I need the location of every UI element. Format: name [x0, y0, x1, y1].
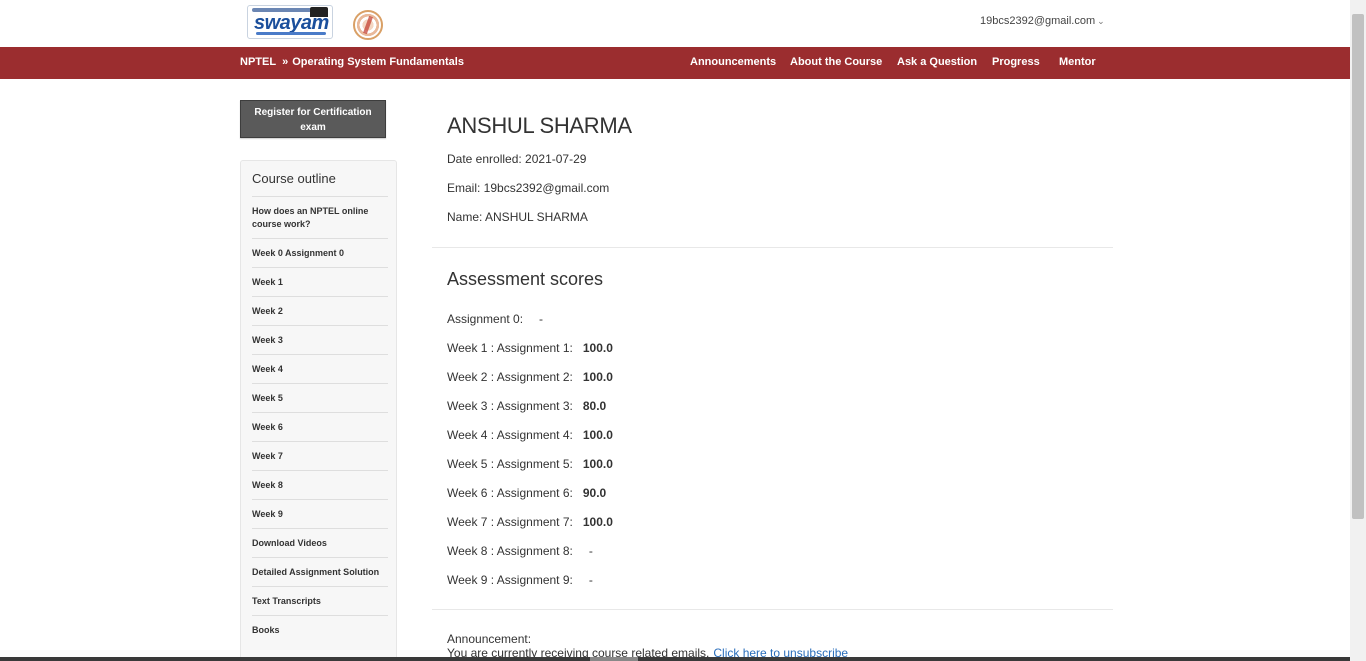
outline-item-week-9[interactable]: Week 9 [252, 499, 388, 528]
divider [432, 247, 1113, 248]
score-row: Week 9 : Assignment 9: - [447, 573, 593, 587]
score-label: Assignment 0: [447, 312, 524, 326]
scrollbar-thumb[interactable] [1352, 14, 1364, 519]
divider [432, 609, 1113, 610]
user-email: 19bcs2392@gmail.com [980, 15, 1096, 27]
outline-item-week-6[interactable]: Week 6 [252, 412, 388, 441]
course-outline-title: Course outline [252, 171, 336, 186]
assessment-scores-title: Assessment scores [447, 269, 604, 289]
outline-item-books[interactable]: Books [252, 615, 388, 644]
score-value: 100.0 [582, 515, 613, 529]
nav-progress[interactable]: Progress [992, 56, 1040, 68]
score-label: Week 1 : Assignment 1: [447, 341, 573, 355]
score-row: Week 1 : Assignment 1: 100.0 [447, 341, 613, 355]
outline-item-detailed-solution[interactable]: Detailed Assignment Solution [252, 557, 388, 586]
score-value: - [588, 573, 593, 587]
top-header: swayam 19bcs2392@gmail.com ⌄ [0, 0, 1350, 47]
score-value: - [588, 544, 593, 558]
score-row: Week 7 : Assignment 7: 100.0 [447, 515, 613, 529]
score-label: Week 8 : Assignment 8: [447, 544, 573, 558]
swayam-logo[interactable]: swayam [247, 5, 333, 39]
outline-item-week-4[interactable]: Week 4 [252, 354, 388, 383]
score-label: Week 5 : Assignment 5: [447, 457, 573, 471]
outline-item-week-5[interactable]: Week 5 [252, 383, 388, 412]
outline-item-week-8[interactable]: Week 8 [252, 470, 388, 499]
outline-item-how-nptel-works[interactable]: How does an NPTEL online course work? [252, 196, 388, 238]
nav-about-the-course[interactable]: About the Course [790, 56, 882, 68]
score-value: 100.0 [582, 457, 613, 471]
outline-item-week-7[interactable]: Week 7 [252, 441, 388, 470]
student-name-heading: ANSHUL SHARMA [447, 113, 632, 138]
score-value: - [539, 312, 544, 326]
course-outline-list: How does an NPTEL online course work? We… [252, 196, 388, 644]
swayam-logo-underline [256, 32, 326, 35]
score-label: Week 9 : Assignment 9: [447, 573, 573, 587]
user-account-menu[interactable]: 19bcs2392@gmail.com ⌄ [980, 15, 1105, 27]
announcement-title: Announcement: [447, 632, 532, 646]
course-outline: Course outline How does an NPTEL online … [240, 160, 397, 661]
score-label: Week 7 : Assignment 7: [447, 515, 573, 529]
register-certification-button[interactable]: Register for Certification exam [240, 100, 386, 138]
score-value: 100.0 [582, 370, 613, 384]
outline-item-text-transcripts[interactable]: Text Transcripts [252, 586, 388, 615]
score-label: Week 4 : Assignment 4: [447, 428, 573, 442]
outline-item-week-1[interactable]: Week 1 [252, 267, 388, 296]
student-email: Email: 19bcs2392@gmail.com [447, 181, 610, 195]
score-value: 90.0 [582, 486, 607, 500]
horizontal-scrollbar[interactable] [0, 657, 1350, 661]
nav-ask-a-question[interactable]: Ask a Question [897, 56, 977, 68]
score-row: Week 3 : Assignment 3: 80.0 [447, 399, 606, 413]
vertical-scrollbar[interactable] [1350, 0, 1366, 661]
score-row: Assignment 0: - [447, 312, 543, 326]
score-value: 80.0 [582, 399, 607, 413]
nav-links: Announcements About the Course Ask a Que… [0, 56, 1350, 70]
score-value: 100.0 [582, 341, 613, 355]
nav-mentor[interactable]: Mentor [1059, 56, 1096, 68]
score-row: Week 5 : Assignment 5: 100.0 [447, 457, 613, 471]
horizontal-scrollbar-thumb[interactable] [590, 657, 638, 661]
score-row: Week 4 : Assignment 4: 100.0 [447, 428, 613, 442]
nptel-logo[interactable] [353, 10, 383, 40]
score-label: Week 2 : Assignment 2: [447, 370, 573, 384]
score-value: 100.0 [582, 428, 613, 442]
score-label: Week 6 : Assignment 6: [447, 486, 573, 500]
chevron-down-icon: ⌄ [1097, 16, 1105, 26]
score-row: Week 2 : Assignment 2: 100.0 [447, 370, 613, 384]
date-enrolled: Date enrolled: 2021-07-29 [447, 152, 587, 166]
outline-item-week-2[interactable]: Week 2 [252, 296, 388, 325]
nav-announcements[interactable]: Announcements [690, 56, 776, 68]
score-label: Week 3 : Assignment 3: [447, 399, 573, 413]
outline-item-download-videos[interactable]: Download Videos [252, 528, 388, 557]
student-name: Name: ANSHUL SHARMA [447, 210, 588, 224]
course-navbar: NPTEL» Operating System Fundamentals Anno… [0, 47, 1350, 79]
score-row: Week 8 : Assignment 8: - [447, 544, 593, 558]
outline-item-week-0-assignment[interactable]: Week 0 Assignment 0 [252, 238, 388, 267]
score-row: Week 6 : Assignment 6: 90.0 [447, 486, 606, 500]
outline-item-week-3[interactable]: Week 3 [252, 325, 388, 354]
